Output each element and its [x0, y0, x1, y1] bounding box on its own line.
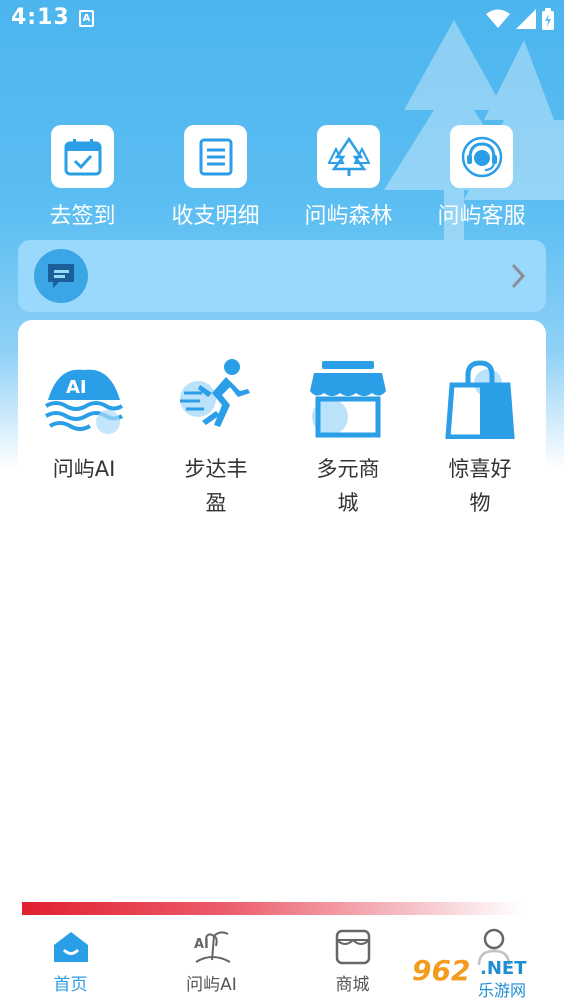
- status-icons: [486, 8, 554, 30]
- qa-label: 去签到: [49, 204, 116, 229]
- service-label: 多元商城: [316, 457, 380, 515]
- watermark-number: 962: [412, 954, 470, 987]
- qa-icon-container: [317, 125, 380, 188]
- customer-service-button[interactable]: 问屿客服: [415, 125, 548, 230]
- chevron-right-icon: [511, 263, 526, 289]
- service-ai[interactable]: AI 问屿AI: [18, 320, 150, 520]
- watermark-text: 乐游网: [478, 981, 526, 1000]
- ai-island-icon: AI: [41, 356, 127, 442]
- status-time: 4:13: [11, 5, 70, 30]
- qa-label: 问屿客服: [437, 204, 526, 229]
- signal-icon: [516, 9, 536, 29]
- watermark-suffix: .NET: [480, 958, 527, 979]
- message-icon: [34, 249, 88, 303]
- running-man-icon: [173, 356, 259, 442]
- forest-icon: [327, 136, 370, 176]
- calendar-check-icon: [64, 138, 101, 175]
- service-label: 惊喜好物: [448, 457, 512, 515]
- service-mall[interactable]: 多元商城: [282, 320, 414, 520]
- home-icon: [51, 927, 91, 967]
- svg-text:AI: AI: [66, 377, 87, 398]
- notice-bar[interactable]: [18, 240, 546, 312]
- customer-service-icon: [461, 136, 502, 177]
- service-label: 问屿AI: [52, 457, 116, 481]
- nav-label: 首页: [53, 975, 88, 995]
- wifi-icon: [486, 9, 510, 28]
- progress-line: [22, 902, 522, 915]
- nav-ai[interactable]: AI 问屿AI: [141, 922, 282, 1004]
- nav-home[interactable]: 首页: [0, 922, 141, 1004]
- nav-mall[interactable]: 商城: [282, 922, 423, 1004]
- service-label: 步达丰盈: [184, 457, 248, 515]
- shop-icon: [333, 927, 373, 967]
- document-list-icon: [199, 138, 232, 175]
- battery-icon: [542, 8, 554, 30]
- service-surprise[interactable]: 惊喜好物: [414, 320, 546, 520]
- nav-label: 问屿AI: [186, 975, 237, 995]
- service-steps[interactable]: 步达丰盈: [150, 320, 282, 520]
- shopping-bag-icon: [437, 356, 523, 442]
- services-card: AI 问屿AI 步达丰盈 多元商城 惊喜好物: [18, 320, 546, 520]
- ai-palm-icon: AI: [192, 927, 232, 967]
- transactions-button[interactable]: 收支明细: [149, 125, 282, 230]
- qa-icon-container: [450, 125, 513, 188]
- store-icon: [305, 356, 391, 442]
- app-notification-icon: A: [79, 10, 94, 27]
- qa-icon-container: [51, 125, 114, 188]
- watermark-logo: 962 .NET 乐游网: [410, 950, 560, 1000]
- quick-actions: 去签到 收支明细 问屿森林 问屿客服: [16, 125, 548, 230]
- nav-label: 商城: [335, 975, 370, 995]
- qa-label: 收支明细: [171, 204, 260, 229]
- checkin-button[interactable]: 去签到: [16, 125, 149, 230]
- svg-text:AI: AI: [194, 937, 209, 952]
- qa-label: 问屿森林: [304, 204, 393, 229]
- forest-button[interactable]: 问屿森林: [282, 125, 415, 230]
- qa-icon-container: [184, 125, 247, 188]
- status-bar: 4:13 A: [0, 0, 564, 38]
